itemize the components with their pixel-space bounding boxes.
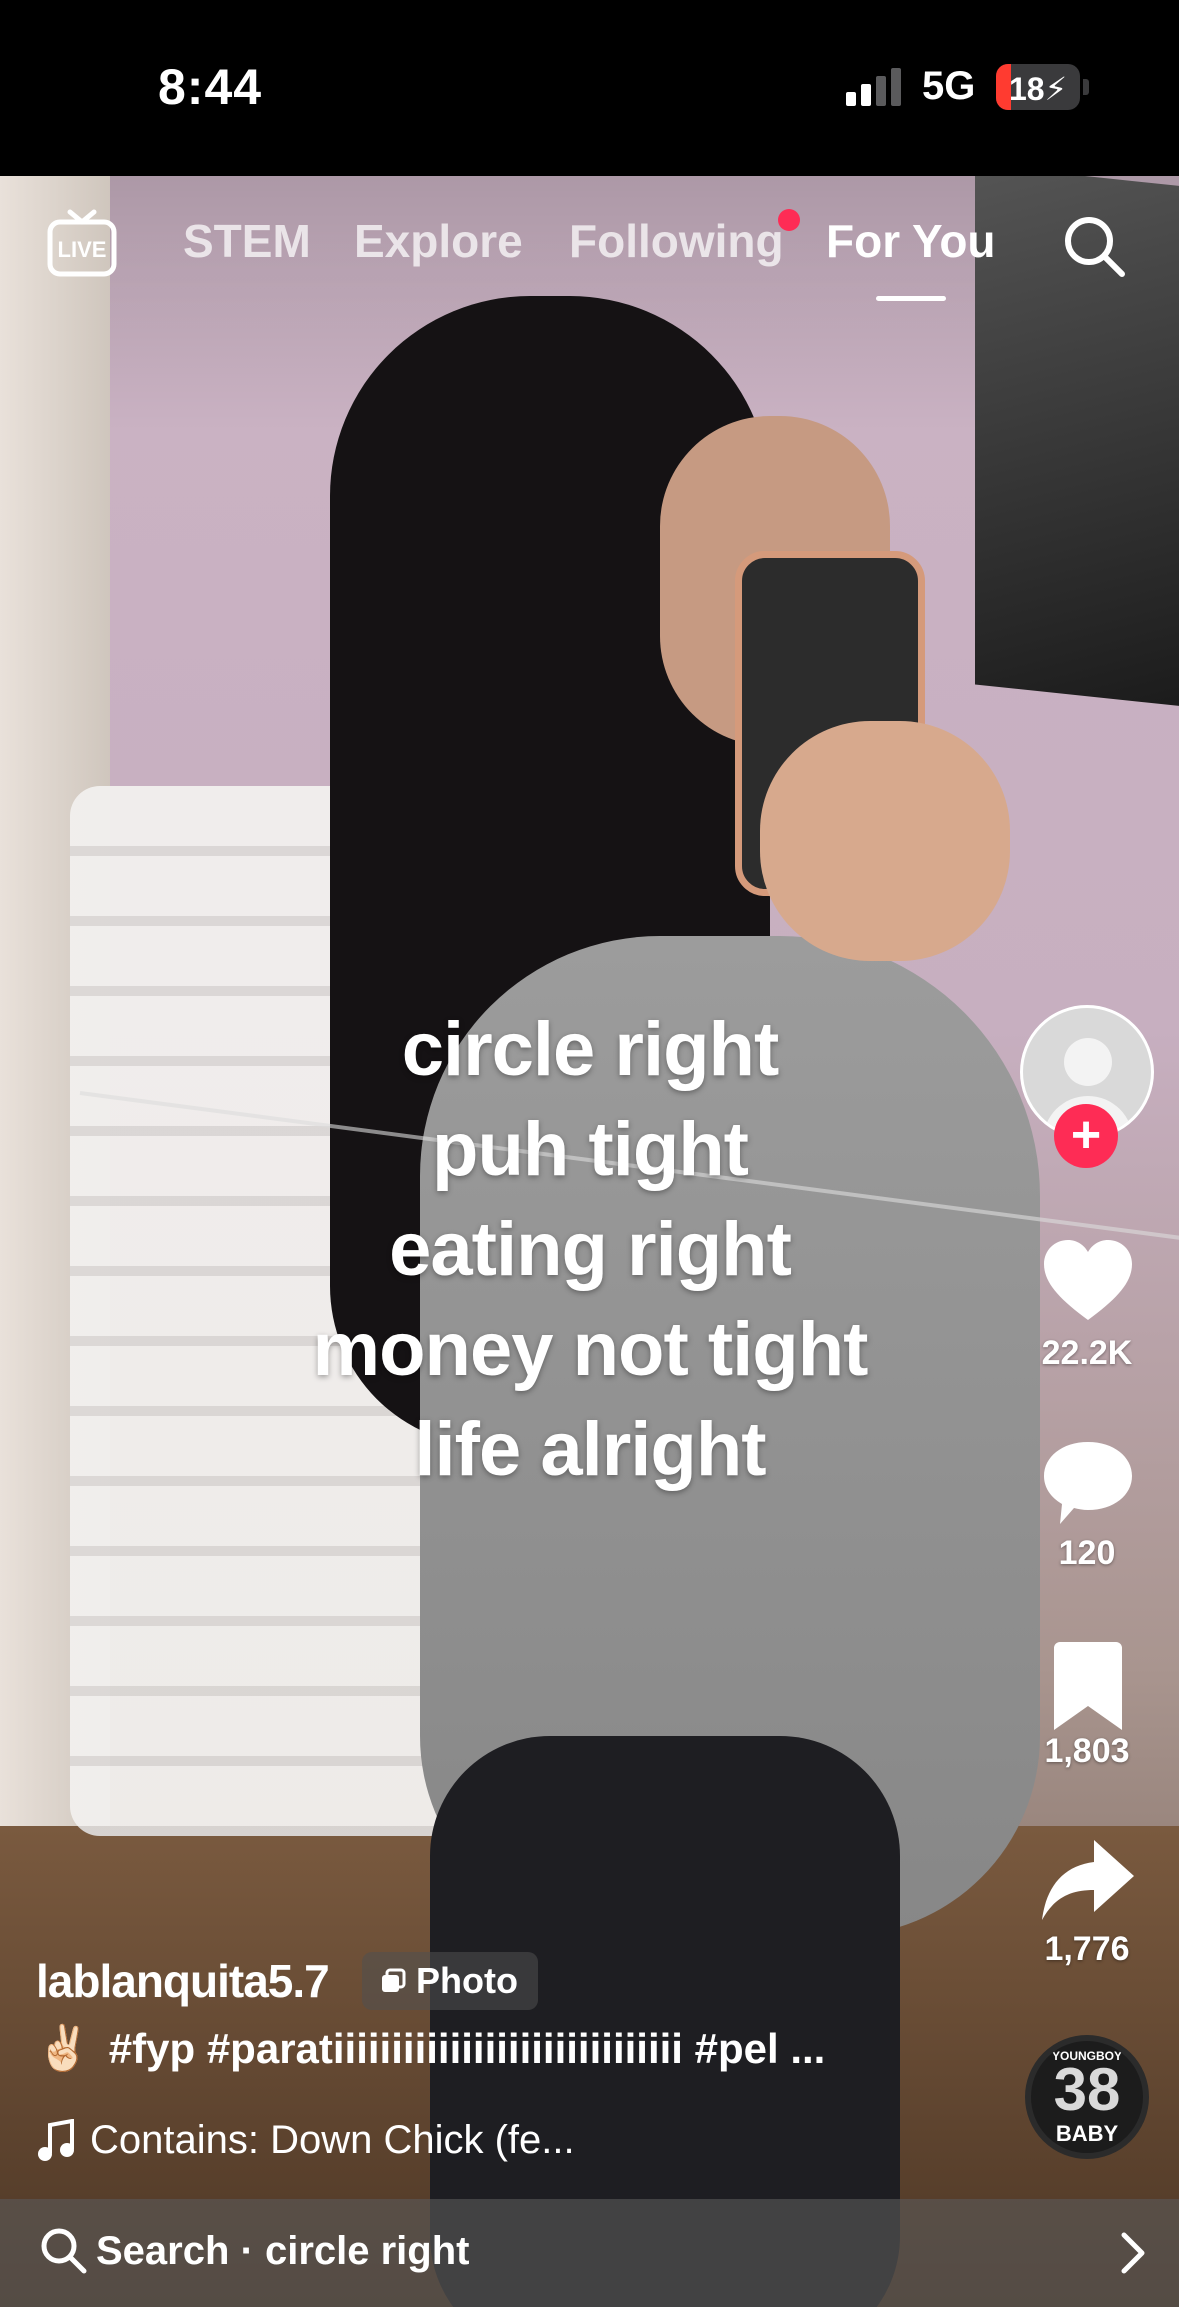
tab-following[interactable]: Following	[569, 214, 784, 268]
caption-line: puh tight	[432, 1107, 749, 1192]
bookmark-count: 1,803	[1044, 1732, 1130, 1770]
network-type: 5G	[922, 64, 976, 108]
status-bar: 8:44 5G 18⚡	[0, 0, 1179, 176]
plus-icon: +	[1070, 1106, 1102, 1164]
top-nav: LIVE STEM Explore Following For You	[0, 176, 1179, 316]
caption-line: money not tight	[312, 1307, 869, 1392]
like-count: 22.2K	[1041, 1334, 1133, 1372]
post-description[interactable]: ✌🏻 #fyp #paratiiiiiiiiiiiiiiiiiiiiiiiiiii…	[36, 2022, 896, 2074]
following-notification-dot	[778, 209, 800, 231]
music-row[interactable]: Contains: Down Chick (fe...	[36, 2118, 575, 2163]
like-icon[interactable]	[1038, 1232, 1138, 1332]
creator-username[interactable]: lablanquita5.7	[36, 1954, 330, 2008]
active-tab-indicator	[876, 296, 946, 301]
tab-for-you[interactable]: For You	[826, 214, 996, 268]
caption-line: eating right	[389, 1207, 792, 1292]
avatar-placeholder-head	[1064, 1038, 1112, 1086]
photo-badge-label: Photo	[416, 1960, 518, 2001]
caption-line: life alright	[414, 1407, 766, 1492]
bookmark-icon[interactable]	[1038, 1636, 1138, 1736]
share-icon[interactable]	[1038, 1832, 1138, 1932]
peace-sign-emoji: ✌🏻	[36, 2024, 91, 2073]
live-icon[interactable]: LIVE	[46, 206, 118, 278]
photo-caption: circle right puh tight eating right mone…	[190, 1000, 990, 1500]
music-note-icon	[38, 2118, 74, 2161]
related-search-bar[interactable]: Search · circle right	[0, 2199, 1179, 2307]
comment-icon[interactable]	[1038, 1432, 1138, 1532]
chevron-right-icon	[1121, 2232, 1145, 2274]
battery-icon: 18⚡	[996, 64, 1080, 110]
battery-cap	[1083, 79, 1089, 95]
comment-count: 120	[1058, 1534, 1116, 1572]
follow-button[interactable]: +	[1054, 1104, 1118, 1168]
photo-stack-icon	[382, 1968, 406, 1992]
disc-bottom-text: BABY	[1055, 2121, 1119, 2146]
related-search-text: Search · circle right	[96, 2229, 470, 2273]
share-count: 1,776	[1044, 1930, 1130, 1968]
post-description-text: #fyp #paratiiiiiiiiiiiiiiiiiiiiiiiiiiiii…	[108, 2025, 826, 2072]
tab-stem[interactable]: STEM	[183, 214, 311, 268]
subject-hand	[760, 721, 1010, 961]
tab-explore[interactable]: Explore	[354, 214, 523, 268]
search-icon[interactable]	[1060, 212, 1128, 280]
status-time: 8:44	[158, 59, 263, 115]
music-title: Contains: Down Chick (fe...	[90, 2118, 575, 2162]
photo-badge: Photo	[362, 1952, 538, 2010]
cellular-signal-icon	[846, 68, 906, 106]
disc-number: 38	[1053, 2056, 1121, 2123]
music-disc-icon[interactable]: YOUNGBOY 38 BABY	[1025, 2035, 1149, 2159]
search-icon	[41, 2228, 87, 2274]
caption-line: circle right	[401, 1007, 780, 1092]
battery-level: 18⚡	[1008, 71, 1068, 107]
live-label: LIVE	[58, 237, 107, 262]
